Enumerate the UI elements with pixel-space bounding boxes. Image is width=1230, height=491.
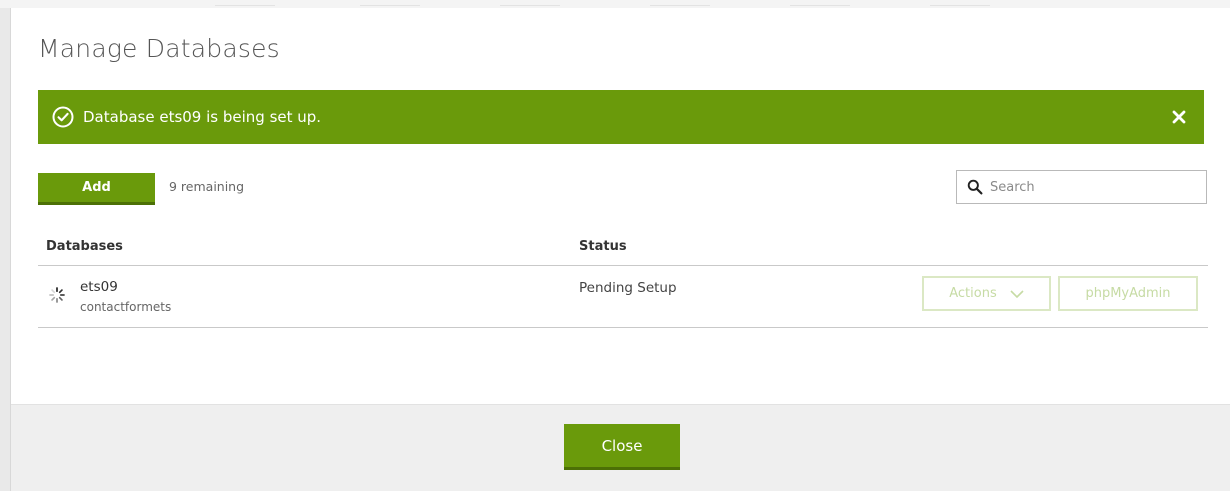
- phpmyadmin-button[interactable]: phpMyAdmin: [1058, 276, 1198, 311]
- search-box[interactable]: [956, 170, 1207, 204]
- check-circle-icon: [52, 106, 74, 128]
- database-user: contactformets: [80, 300, 172, 314]
- success-alert: Database ets09 is being set up.: [38, 90, 1204, 144]
- search-input[interactable]: [990, 172, 1200, 202]
- background-thumbnail: [500, 0, 560, 6]
- search-icon: [967, 179, 983, 195]
- add-database-button[interactable]: Add: [38, 173, 155, 205]
- background-thumbnail: [930, 0, 990, 6]
- alert-message: Database ets09 is being set up.: [83, 108, 322, 126]
- alert-close-button[interactable]: [1168, 106, 1190, 128]
- database-status: Pending Setup: [579, 280, 677, 296]
- background-page-strip: [0, 0, 1230, 8]
- dialog-footer: Close: [11, 404, 1230, 491]
- close-button[interactable]: Close: [564, 424, 680, 470]
- background-thumbnail: [790, 0, 850, 6]
- database-name: ets09: [80, 279, 118, 295]
- close-icon: [1172, 110, 1186, 124]
- dialog-title: Manage Databases: [38, 34, 280, 63]
- table-header: Databases Status: [38, 230, 1208, 266]
- manage-databases-dialog: Manage Databases Database ets09 is being…: [10, 8, 1230, 491]
- column-header-databases: Databases: [46, 239, 123, 254]
- actions-label: Actions: [949, 286, 997, 301]
- background-thumbnail: [650, 0, 710, 6]
- table-row: ets09 contactformets Pending Setup Actio…: [38, 266, 1208, 328]
- background-thumbnail: [360, 0, 420, 6]
- spinner-icon: [49, 287, 65, 303]
- remaining-count: 9 remaining: [169, 179, 245, 194]
- chevron-down-icon: [1010, 289, 1024, 298]
- actions-dropdown-button[interactable]: Actions: [922, 276, 1051, 311]
- column-header-status: Status: [579, 239, 627, 254]
- background-thumbnail: [215, 0, 275, 6]
